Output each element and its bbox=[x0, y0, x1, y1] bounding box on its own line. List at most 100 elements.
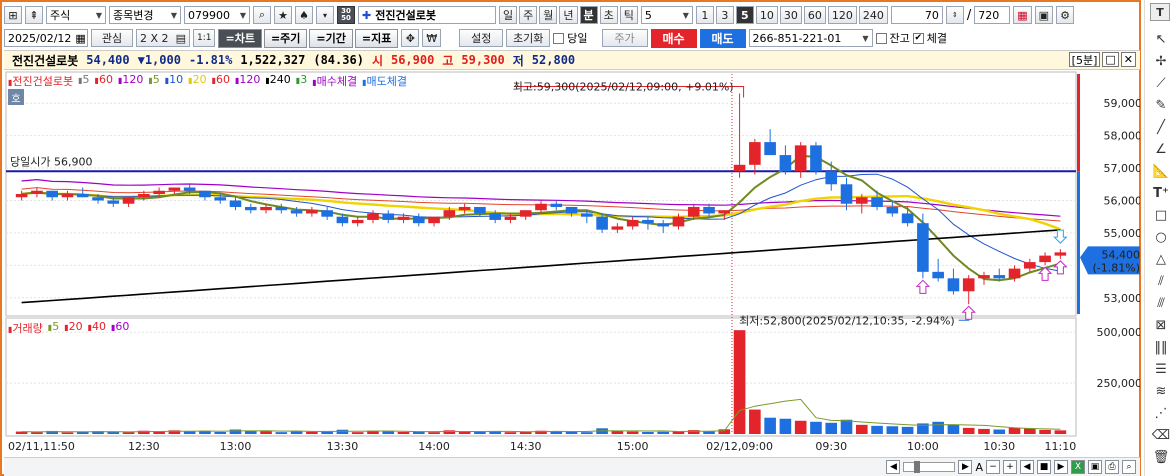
period-button[interactable]: 분 bbox=[579, 6, 598, 24]
zoom-in-icon[interactable]: + bbox=[1003, 460, 1017, 474]
settings-button[interactable]: 설정 bbox=[459, 29, 504, 47]
excel-icon[interactable]: X bbox=[1071, 460, 1085, 474]
ratio-button[interactable]: 1:1 bbox=[193, 29, 216, 47]
fan-icon[interactable]: ⋰ bbox=[1150, 404, 1172, 422]
ho-badge[interactable]: 호 bbox=[8, 89, 24, 105]
spade-icon[interactable]: ♠ bbox=[295, 6, 313, 24]
zoom-slider[interactable] bbox=[903, 461, 956, 473]
minute-button[interactable]: 5 bbox=[735, 6, 754, 24]
watch-button[interactable]: 관심 bbox=[91, 29, 133, 47]
font-a-icon[interactable]: A bbox=[975, 461, 983, 474]
sell-button[interactable]: 매도 bbox=[699, 28, 746, 48]
trendline-icon[interactable]: ⟋ bbox=[1150, 74, 1172, 92]
chart-svg[interactable]: 59,00058,00057,00056,00055,00054,00053,0… bbox=[4, 70, 1142, 458]
interval-badge[interactable]: [5분] bbox=[1068, 52, 1101, 67]
period-button[interactable]: 틱 bbox=[619, 6, 638, 24]
buy-button[interactable]: 매수 bbox=[650, 28, 697, 48]
zoom-out-icon[interactable]: − bbox=[986, 460, 1000, 474]
market-select[interactable]: 주식 ▼ bbox=[46, 6, 106, 24]
period-button[interactable]: 일 bbox=[499, 6, 518, 24]
gear-icon[interactable]: ⚙ bbox=[1056, 6, 1075, 24]
legend-item: ▮20 bbox=[64, 320, 82, 336]
minute-button[interactable]: 3 bbox=[715, 6, 734, 24]
line-icon[interactable]: ╱ bbox=[1150, 118, 1172, 136]
reset-button[interactable]: 초기화 bbox=[506, 29, 551, 47]
period-button[interactable]: 월 bbox=[539, 6, 558, 24]
circle-icon[interactable]: ○ bbox=[1150, 228, 1172, 246]
minute-button[interactable]: 30 bbox=[779, 6, 802, 24]
scroll-left-icon[interactable]: ◀ bbox=[886, 460, 901, 474]
candle-body bbox=[107, 200, 120, 204]
eraser-icon[interactable]: ⌫ bbox=[1150, 426, 1172, 444]
change-stock-select[interactable]: 종목변경 ▼ bbox=[109, 6, 181, 24]
collapse-toolbar-button[interactable]: T bbox=[1150, 3, 1170, 21]
maximize-icon[interactable]: □ bbox=[1102, 52, 1119, 67]
candle-body bbox=[336, 216, 349, 224]
save-disk-icon[interactable]: ▣ bbox=[1088, 460, 1102, 474]
count-input[interactable]: 70 bbox=[890, 6, 943, 24]
date-input[interactable]: 2025/02/12 ▦ bbox=[4, 29, 88, 47]
ruler-icon[interactable]: 📐 bbox=[1150, 162, 1172, 180]
account-select[interactable]: 266-851-221-01 ▼ bbox=[748, 29, 873, 47]
stop-icon[interactable]: ■ bbox=[1037, 460, 1051, 474]
up-arrow-icon[interactable]: ⇞ bbox=[25, 6, 43, 24]
candle-body bbox=[138, 194, 150, 198]
close-icon[interactable]: ✕ bbox=[1120, 52, 1136, 67]
grid-layout-button[interactable]: 2 X 2 ▤ bbox=[136, 29, 190, 47]
balance-label: 잔고 bbox=[889, 32, 910, 45]
chart-tab[interactable]: =지표 bbox=[354, 28, 399, 48]
arrow-cursor-icon[interactable]: ↖ bbox=[1150, 30, 1172, 48]
print-icon[interactable]: ⎙ bbox=[1105, 460, 1119, 474]
vertical-lines-icon[interactable]: ‖‖ bbox=[1150, 338, 1172, 356]
today-checkbox[interactable]: 당일 bbox=[553, 30, 588, 46]
parallel-lines-icon[interactable]: ⫻ bbox=[1150, 294, 1172, 312]
period-button[interactable]: 주 bbox=[519, 6, 538, 24]
chart-tab[interactable]: =주기 bbox=[263, 28, 308, 48]
candle-body bbox=[733, 164, 746, 172]
search-icon[interactable]: ⌕ bbox=[253, 6, 271, 24]
fill-checkbox[interactable]: ✔ 체결 bbox=[912, 30, 947, 46]
angle-icon[interactable]: ∠ bbox=[1150, 140, 1172, 158]
fibonacci-icon[interactable]: ≋ bbox=[1150, 382, 1172, 400]
minute-button[interactable]: 10 bbox=[755, 6, 778, 24]
crosshair-tool-icon[interactable]: ✢ bbox=[1150, 52, 1172, 70]
chart-tab[interactable]: =기간 bbox=[309, 28, 353, 48]
zoom-slider-handle[interactable] bbox=[914, 461, 921, 473]
stock-code-input[interactable]: 079900 ▼ bbox=[184, 6, 250, 24]
minute-toggle-button[interactable]: 30 50 bbox=[337, 6, 355, 24]
save-icon[interactable]: ▣ bbox=[1034, 6, 1054, 24]
chart-area[interactable]: 59,00058,00057,00056,00055,00054,00053,0… bbox=[4, 70, 1142, 458]
crosshair-icon[interactable]: ✥ bbox=[401, 29, 420, 47]
prev-icon[interactable]: ◀ bbox=[1020, 460, 1034, 474]
legend-label: 10 bbox=[169, 73, 184, 86]
grid-color-icon[interactable]: ▦ bbox=[1013, 6, 1032, 24]
balance-checkbox[interactable]: 잔고 bbox=[875, 30, 910, 46]
minute-button[interactable]: 240 bbox=[858, 6, 888, 24]
sort-icon[interactable]: ▾ bbox=[316, 6, 334, 24]
text-tool-icon[interactable]: T⁺ bbox=[1150, 184, 1172, 202]
minute-button[interactable]: 120 bbox=[827, 6, 857, 24]
horizontal-lines-icon[interactable]: ☰ bbox=[1150, 360, 1172, 378]
pencil-icon[interactable]: ✎ bbox=[1150, 96, 1172, 114]
triangle-icon[interactable]: △ bbox=[1150, 250, 1172, 268]
won-icon[interactable]: ₩ bbox=[422, 29, 442, 47]
minute-button[interactable]: 1 bbox=[695, 6, 714, 24]
rectangle-icon[interactable]: □ bbox=[1150, 206, 1172, 224]
chart-tab[interactable]: =차트 bbox=[218, 28, 262, 48]
period-button[interactable]: 초 bbox=[599, 6, 618, 24]
minute-button[interactable]: 60 bbox=[803, 6, 826, 24]
period-button[interactable]: 년 bbox=[559, 6, 578, 24]
scroll-right-icon[interactable]: ▶ bbox=[958, 460, 973, 474]
count-stepper[interactable]: ⇕ bbox=[945, 6, 964, 24]
zoom-glass-icon[interactable]: ⌕ bbox=[1122, 460, 1136, 474]
pin-icon[interactable]: ⊞ bbox=[4, 6, 22, 24]
channel-icon[interactable]: ⫽ bbox=[1150, 272, 1172, 290]
price-button[interactable]: 주가 bbox=[601, 29, 648, 47]
next-icon[interactable]: ▶ bbox=[1054, 460, 1068, 474]
star-icon[interactable]: ★ bbox=[274, 6, 292, 24]
box-diagonal-icon[interactable]: ⊠ bbox=[1150, 316, 1172, 334]
trash-icon[interactable]: 🗑 bbox=[1150, 448, 1172, 466]
stock-name-field[interactable]: ✚ 전진건설로봇 bbox=[358, 6, 496, 24]
calendar-icon[interactable]: ▦ bbox=[75, 32, 85, 45]
period-value-select[interactable]: 5 ▼ bbox=[640, 6, 693, 24]
